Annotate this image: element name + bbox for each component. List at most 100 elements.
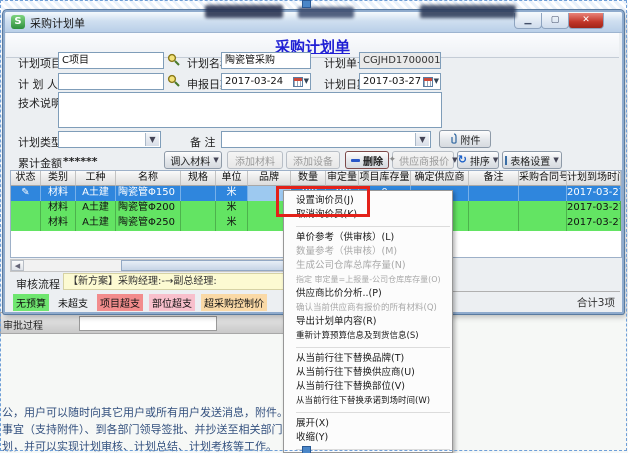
delete-button[interactable]: 删除: [345, 151, 389, 169]
cell-remark[interactable]: [469, 201, 519, 216]
planner-input[interactable]: [58, 73, 164, 90]
cell-promised-date[interactable]: [621, 201, 622, 216]
column-header[interactable]: 状态: [11, 171, 41, 186]
minimize-button[interactable]: ▁: [514, 13, 542, 29]
cell-spec[interactable]: [181, 186, 216, 201]
add-equipment-button[interactable]: 添加设备: [286, 151, 340, 169]
lookup-icon[interactable]: [167, 74, 181, 88]
sort-button[interactable]: ↻ 排序▼: [457, 151, 499, 169]
cell-trade[interactable]: A土建: [76, 201, 116, 216]
cell-unit[interactable]: 米: [216, 201, 248, 216]
menu-item-assign-approved-qty[interactable]: 指定 审定量=上报量-公司仓库库存量(O): [284, 273, 452, 287]
cell-arrival-date[interactable]: 2017-03-27: [567, 201, 621, 216]
attachment-button[interactable]: 附件: [439, 130, 491, 148]
column-header[interactable]: 数量: [291, 171, 326, 186]
cell-trade[interactable]: A土建: [76, 186, 116, 201]
menu-item-supplier-price-analysis[interactable]: 供应商比价分析..(P): [284, 287, 452, 301]
table-settings-button[interactable]: 表格设置▼: [502, 151, 562, 169]
column-header[interactable]: 品牌: [248, 171, 291, 186]
coin-icon: ✦: [389, 155, 397, 165]
plan-type-select[interactable]: ▼: [58, 131, 161, 148]
cell-status[interactable]: [11, 201, 41, 216]
menu-item-gen-warehouse-stock[interactable]: 生成公司仓库总库存量(N): [284, 259, 452, 273]
column-header[interactable]: 承诺到场时间: [621, 171, 622, 186]
menu-item-unit-price-ref[interactable]: 单价参考（供审核）(L): [284, 231, 452, 245]
chevron-down-icon: ▼: [493, 156, 498, 164]
plan-date-input[interactable]: 2017-03-27 ▼: [359, 73, 441, 90]
chevron-down-icon[interactable]: ▼: [415, 133, 429, 146]
cell-status[interactable]: [11, 216, 41, 231]
column-header[interactable]: 规格: [181, 171, 216, 186]
menu-item-set-inquirer[interactable]: 设置询价员(J): [284, 194, 452, 208]
menu-item-expand[interactable]: 展开(X): [284, 417, 452, 431]
column-header[interactable]: 审定量: [326, 171, 359, 186]
cell-promised-date[interactable]: [621, 216, 622, 231]
cell-contract-no[interactable]: [519, 201, 567, 216]
column-header[interactable]: 确定供应商: [411, 171, 469, 186]
cell-name[interactable]: 陶瓷管Φ200: [116, 201, 181, 216]
edit-pencil-icon: ✎: [11, 186, 41, 201]
lookup-icon[interactable]: [167, 53, 181, 67]
chevron-down-icon[interactable]: ▼: [434, 75, 439, 88]
cell-category[interactable]: 材料: [41, 186, 76, 201]
chevron-down-icon[interactable]: ▼: [304, 75, 309, 88]
cell-arrival-date[interactable]: 2017-03-27: [567, 186, 621, 201]
column-header[interactable]: 项目库存量: [359, 171, 411, 186]
menu-item-replace-promised-time[interactable]: 从当前行往下替换承诺到场时间(W): [284, 394, 452, 408]
cell-arrival-date[interactable]: 2017-03-27: [567, 216, 621, 231]
column-header[interactable]: 备注: [469, 171, 519, 186]
cell-category[interactable]: 材料: [41, 201, 76, 216]
attachment-label: 附件: [461, 132, 481, 147]
window-title: 采购计划单: [30, 15, 85, 31]
scroll-left-arrow[interactable]: ◀: [11, 260, 24, 271]
menu-item-qty-ref[interactable]: 数量参考（供审核）(M): [284, 245, 452, 259]
supplier-quote-button[interactable]: ✦ 供应商报价▼: [392, 151, 454, 169]
close-button[interactable]: ✕: [568, 13, 604, 29]
calendar-icon[interactable]: [293, 77, 303, 87]
menu-item-recalc-budget[interactable]: 重新计算预算信息及到货信息(S): [284, 329, 452, 343]
selection-handle-bottom[interactable]: [302, 446, 311, 453]
declare-date-input[interactable]: 2017-03-24 ▼: [221, 73, 311, 90]
redacted-blob: [420, 5, 516, 18]
table-settings-label: 表格设置: [510, 153, 550, 168]
calendar-icon[interactable]: [423, 77, 433, 87]
maximize-button[interactable]: ▢: [541, 13, 569, 29]
cell-spec[interactable]: [181, 201, 216, 216]
cell-spec[interactable]: [181, 216, 216, 231]
import-material-button[interactable]: 调入材料▼: [164, 151, 222, 169]
chevron-down-icon[interactable]: ▼: [145, 133, 159, 146]
menu-item-replace-brand[interactable]: 从当前行往下替换品牌(T): [284, 352, 452, 366]
menu-item-replace-part[interactable]: 从当前行往下替换部位(V): [284, 380, 452, 394]
column-header[interactable]: 采购合同号: [519, 171, 567, 186]
column-header[interactable]: 工种: [76, 171, 116, 186]
cell-contract-no[interactable]: [519, 216, 567, 231]
column-header[interactable]: 名称: [116, 171, 181, 186]
remark-combo[interactable]: ▼: [221, 131, 431, 148]
cell-name[interactable]: 陶瓷管Φ250: [116, 216, 181, 231]
cell-name[interactable]: 陶瓷管Φ150: [116, 186, 181, 201]
menu-item-export-plan[interactable]: 导出计划单内容(R): [284, 315, 452, 329]
cell-unit[interactable]: 米: [216, 186, 248, 201]
cell-contract-no[interactable]: [519, 186, 567, 201]
total-amount-value: ******: [63, 155, 98, 168]
cell-remark[interactable]: [469, 216, 519, 231]
plan-name-input[interactable]: 陶瓷管采购: [221, 52, 311, 69]
column-header[interactable]: 单位: [216, 171, 248, 186]
cell-trade[interactable]: A土建: [76, 216, 116, 231]
background-tab-bar: 审批过程: [0, 312, 284, 334]
menu-item-cancel-inquirer[interactable]: 取消询价员(K): [284, 208, 452, 222]
tech-desc-textarea[interactable]: [58, 92, 442, 128]
menu-item-replace-supplier[interactable]: 从当前行往下替换供应商(U): [284, 366, 452, 380]
plan-project-input[interactable]: C项目: [58, 52, 164, 69]
menu-item-confirm-supplier-quotes[interactable]: 确认当前供应商有报价的所有材料(Q): [284, 301, 452, 315]
cell-category[interactable]: 材料: [41, 216, 76, 231]
menu-item-collapse[interactable]: 收缩(Y): [284, 431, 452, 445]
column-header[interactable]: 计划到场时间: [567, 171, 621, 186]
cell-promised-date[interactable]: [621, 186, 622, 201]
selection-handle-top[interactable]: [302, 0, 311, 8]
cell-unit[interactable]: 米: [216, 216, 248, 231]
cell-remark[interactable]: [469, 186, 519, 201]
column-header[interactable]: 类别: [41, 171, 76, 186]
table-header-row: 状态 类别 工种 名称 规格 单位 品牌 数量 审定量 项目库存量 确定供应商 …: [11, 171, 621, 186]
add-material-button[interactable]: 添加材料: [227, 151, 283, 169]
